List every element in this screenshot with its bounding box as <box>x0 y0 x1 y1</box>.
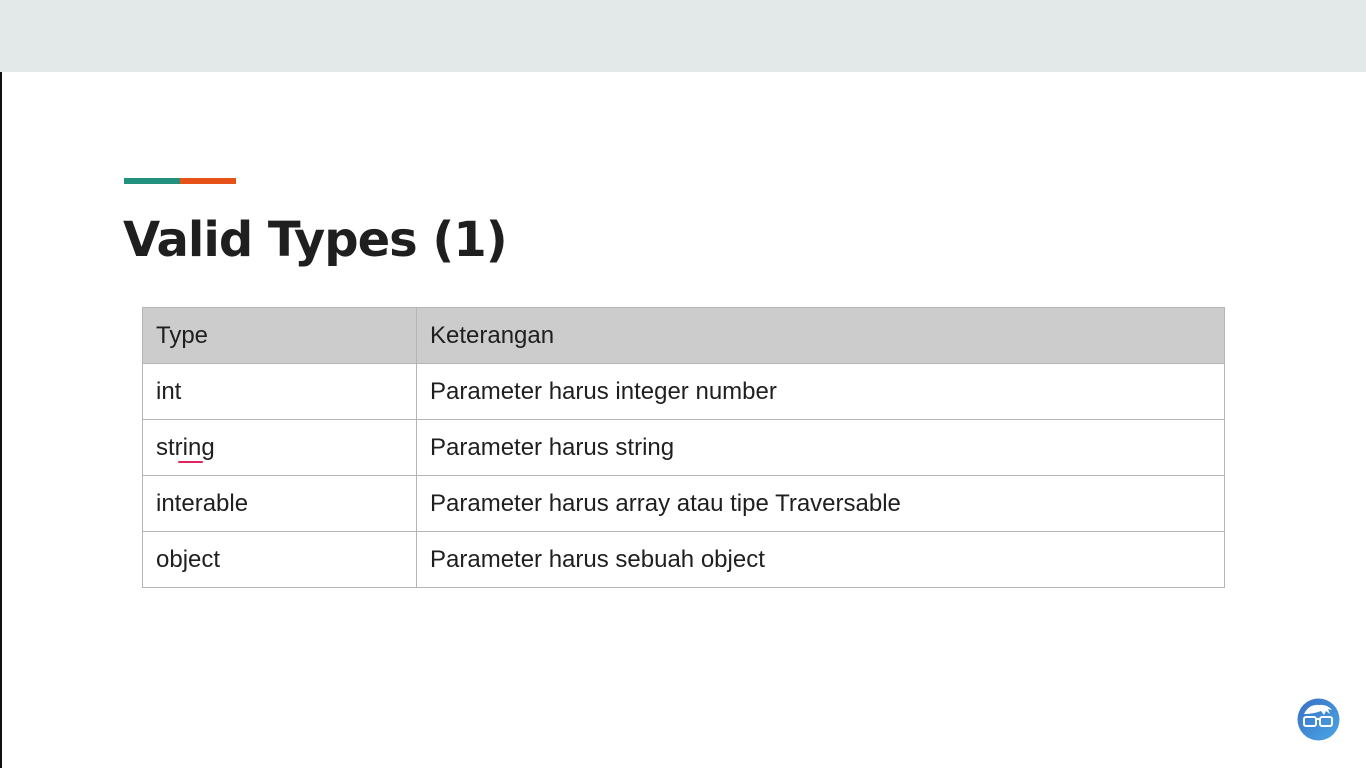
table-header-row: Type Keterangan <box>142 307 1225 364</box>
type-cell: object <box>142 531 417 588</box>
glasses-logo-icon <box>1297 698 1340 741</box>
description-cell: Parameter harus integer number <box>416 363 1225 420</box>
header-type: Type <box>142 307 417 364</box>
top-bar <box>0 0 1366 72</box>
description-cell: Parameter harus sebuah object <box>416 531 1225 588</box>
table-row: int Parameter harus integer number <box>142 363 1225 420</box>
slide-title: Valid Types (1) <box>123 212 508 268</box>
types-table: Type Keterangan int Parameter harus inte… <box>142 307 1225 588</box>
type-cell: string <box>142 419 417 476</box>
left-border <box>0 72 2 768</box>
title-accent-bar <box>124 178 236 184</box>
header-keterangan: Keterangan <box>416 307 1225 364</box>
type-cell: int <box>142 363 417 420</box>
description-cell: Parameter harus array atau tipe Traversa… <box>416 475 1225 532</box>
type-cell: interable <box>142 475 417 532</box>
table-row: interable Parameter harus array atau tip… <box>142 475 1225 532</box>
spellcheck-word: string <box>156 433 215 461</box>
description-cell: Parameter harus string <box>416 419 1225 476</box>
table-row: object Parameter harus sebuah object <box>142 531 1225 588</box>
table-row: string Parameter harus string <box>142 419 1225 476</box>
